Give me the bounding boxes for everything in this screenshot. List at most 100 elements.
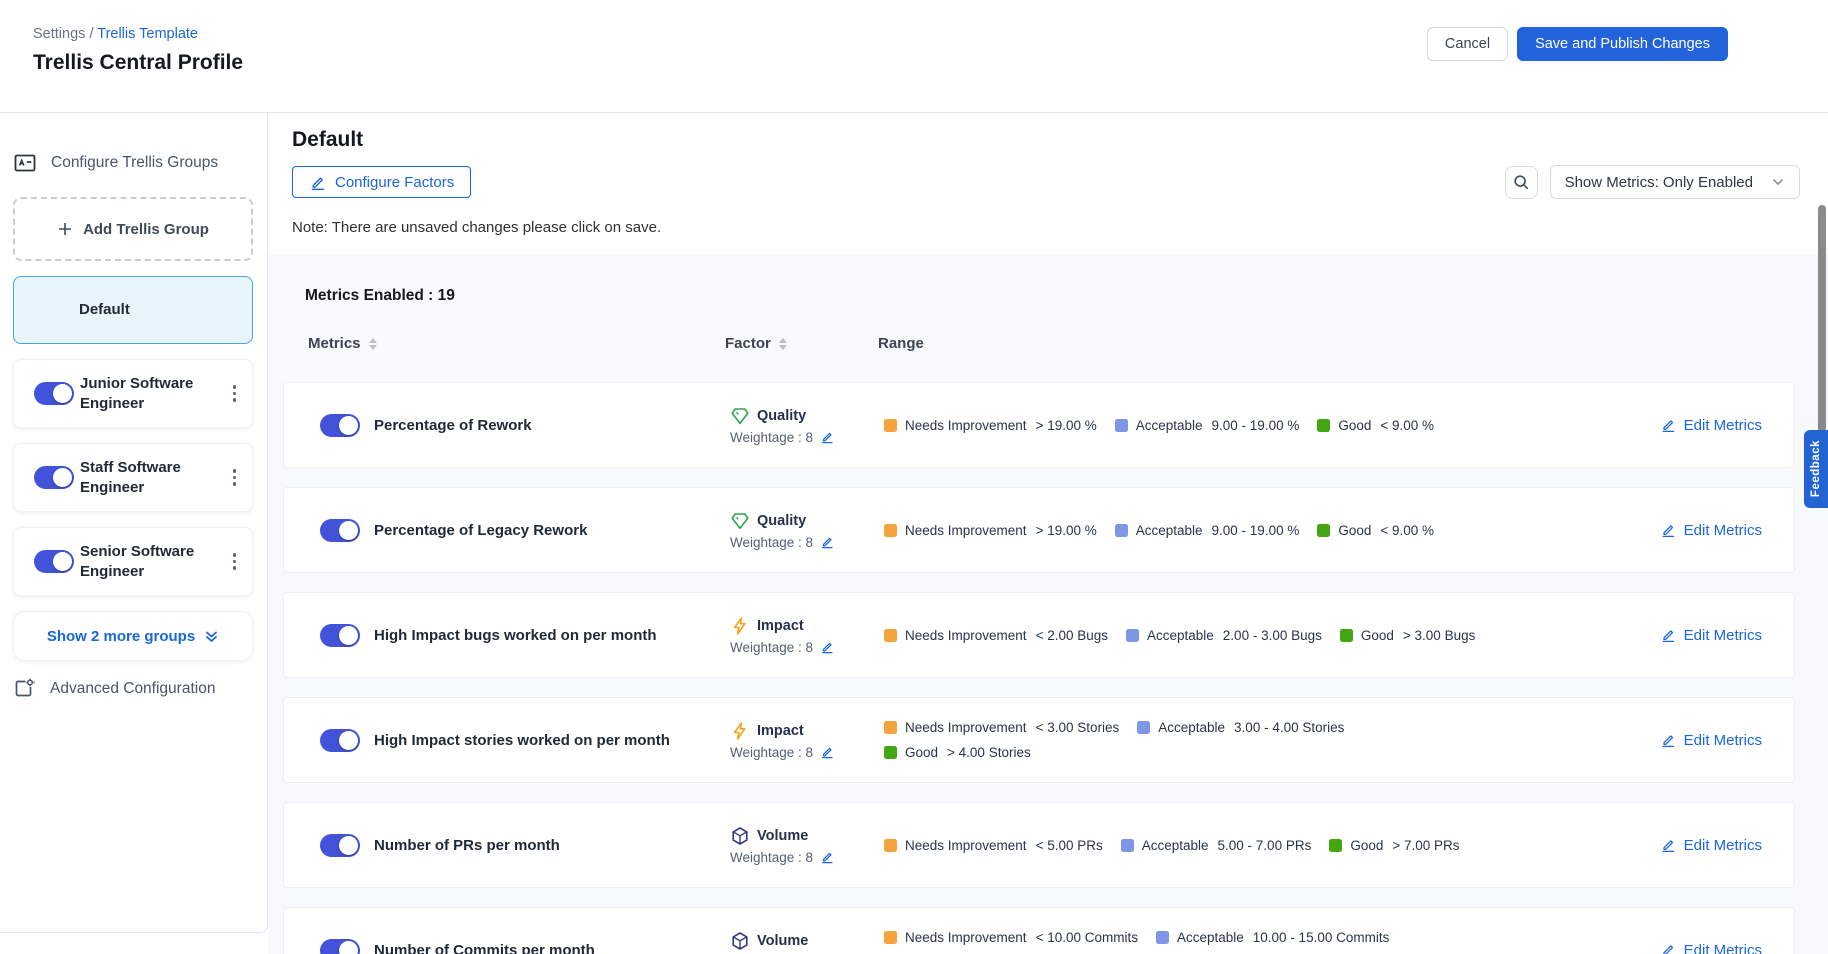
kebab-menu-icon[interactable]: [229, 549, 241, 574]
range-acceptable: Acceptable5.00 - 7.00 PRs: [1121, 838, 1312, 853]
pencil-icon[interactable]: [820, 745, 834, 759]
show-metrics-dropdown-value: Show Metrics: Only Enabled: [1565, 174, 1753, 191]
good-swatch: [1329, 839, 1342, 852]
edit-metrics-link[interactable]: Edit Metrics: [1660, 837, 1762, 854]
column-header-factor: Factor: [725, 335, 771, 352]
group-label: Junior Software Engineer: [80, 374, 212, 413]
group-toggle[interactable]: [34, 382, 74, 405]
package-icon: [730, 826, 750, 846]
edit-metrics-link[interactable]: Edit Metrics: [1660, 417, 1762, 434]
sort-icon[interactable]: [369, 338, 377, 350]
group-card-senior-software-engineer[interactable]: Senior Software Engineer: [13, 527, 253, 596]
metric-name: Percentage of Rework: [374, 417, 690, 434]
pencil-icon[interactable]: [820, 850, 834, 864]
metric-toggle[interactable]: [320, 624, 360, 647]
edit-metrics-link[interactable]: Edit Metrics: [1660, 732, 1762, 749]
feedback-tab-label: Feedback: [1810, 440, 1822, 497]
group-card-staff-software-engineer[interactable]: Staff Software Engineer: [13, 443, 253, 512]
kebab-menu-icon[interactable]: [229, 465, 241, 490]
package-icon: [730, 931, 750, 951]
metric-name: Number of PRs per month: [374, 837, 690, 854]
add-trellis-group-button[interactable]: Add Trellis Group: [13, 197, 253, 261]
metric-row-high-impact-stories: High Impact stories worked on per month …: [283, 697, 1795, 783]
range-needs-improvement: Needs Improvement< 2.00 Bugs: [884, 628, 1108, 643]
range-good: Good> 7.00 PRs: [1329, 838, 1459, 853]
column-header-metrics: Metrics: [308, 335, 361, 352]
table-header: Metrics Factor Range: [283, 335, 1795, 355]
advanced-configuration-link[interactable]: Advanced Configuration: [13, 677, 267, 700]
advanced-configuration-label: Advanced Configuration: [50, 680, 215, 698]
metric-toggle[interactable]: [320, 414, 360, 437]
edit-metrics-link[interactable]: Edit Metrics: [1660, 522, 1762, 539]
needs-improvement-swatch: [884, 419, 897, 432]
show-more-groups-button[interactable]: Show 2 more groups: [13, 611, 253, 661]
edit-metrics-link[interactable]: Edit Metrics: [1660, 942, 1762, 954]
metric-name: High Impact stories worked on per month: [374, 732, 690, 749]
pencil-icon[interactable]: [820, 430, 834, 444]
metric-name: Number of Commits per month: [374, 942, 690, 954]
metric-toggle[interactable]: [320, 834, 360, 857]
metric-row-high-impact-bugs: High Impact bugs worked on per month Imp…: [283, 592, 1795, 678]
gem-icon: [730, 406, 750, 426]
edit-metrics-link[interactable]: Edit Metrics: [1660, 627, 1762, 644]
range-acceptable: Acceptable3.00 - 4.00 Stories: [1137, 720, 1344, 735]
breadcrumb-settings[interactable]: Settings: [33, 26, 85, 42]
range-good: Good< 9.00 %: [1317, 418, 1434, 433]
range-acceptable: Acceptable2.00 - 3.00 Bugs: [1126, 628, 1322, 643]
gem-icon: [730, 511, 750, 531]
group-toggle[interactable]: [34, 466, 74, 489]
pencil-icon: [1660, 417, 1676, 433]
factor-name: Quality: [757, 513, 806, 529]
feedback-tab[interactable]: Feedback: [1804, 430, 1828, 508]
factor-name: Impact: [757, 723, 804, 739]
search-button[interactable]: [1505, 166, 1538, 199]
range-needs-improvement: Needs Improvement< 10.00 Commits: [884, 930, 1138, 945]
kebab-menu-icon[interactable]: [229, 381, 241, 406]
weightage-label: Weightage : 8: [730, 745, 813, 760]
breadcrumb-trellis-template[interactable]: Trellis Template: [97, 26, 198, 42]
pencil-icon: [1660, 732, 1676, 748]
pencil-icon: [1660, 627, 1676, 643]
group-label: Staff Software Engineer: [80, 458, 212, 497]
range-needs-improvement: Needs Improvement< 5.00 PRs: [884, 838, 1103, 853]
group-card-junior-software-engineer[interactable]: Junior Software Engineer: [13, 359, 253, 428]
main-content: Default Configure Factors: [268, 113, 1828, 954]
pencil-icon[interactable]: [820, 640, 834, 654]
good-swatch: [1317, 524, 1330, 537]
group-toggle[interactable]: [34, 550, 74, 573]
box-gear-icon: [13, 677, 36, 700]
metric-row-percentage-of-rework: Percentage of Rework Quality: [283, 382, 1795, 468]
metrics-table-section: Metrics Enabled : 19 Metrics Factor Rang…: [268, 254, 1828, 954]
sort-icon[interactable]: [779, 338, 787, 350]
configure-factors-button[interactable]: Configure Factors: [292, 166, 471, 198]
range-good: Good< 9.00 %: [1317, 523, 1434, 538]
show-metrics-dropdown[interactable]: Show Metrics: Only Enabled: [1550, 165, 1800, 199]
vertical-scrollbar-thumb[interactable]: [1818, 205, 1826, 433]
pencil-icon[interactable]: [820, 535, 834, 549]
metric-toggle[interactable]: [320, 939, 360, 954]
metrics-rows: Percentage of Rework Quality: [283, 382, 1795, 954]
metric-row-number-of-prs: Number of PRs per month Volume: [283, 802, 1795, 888]
chevron-down-icon: [1771, 175, 1785, 189]
cancel-button[interactable]: Cancel: [1427, 27, 1508, 61]
good-swatch: [1340, 629, 1353, 642]
range-acceptable: Acceptable9.00 - 19.00 %: [1115, 418, 1300, 433]
pencil-icon: [1660, 522, 1676, 538]
save-publish-button[interactable]: Save and Publish Changes: [1517, 27, 1728, 61]
metric-name: High Impact bugs worked on per month: [374, 627, 690, 644]
group-card-default[interactable]: Default: [13, 276, 253, 344]
breadcrumb-separator: /: [89, 26, 93, 42]
metric-toggle[interactable]: [320, 519, 360, 542]
lightning-icon: [730, 721, 750, 741]
id-card-icon: [13, 151, 37, 175]
factor-name: Volume: [757, 828, 808, 844]
metric-toggle[interactable]: [320, 729, 360, 752]
metrics-enabled-count: Metrics Enabled : 19: [305, 254, 1795, 305]
unsaved-changes-note: Note: There are unsaved changes please c…: [292, 219, 1800, 254]
group-label: Senior Software Engineer: [80, 542, 212, 581]
needs-improvement-swatch: [884, 524, 897, 537]
range-needs-improvement: Needs Improvement< 3.00 Stories: [884, 720, 1119, 735]
factor-name: Volume: [757, 933, 808, 949]
lightning-icon: [730, 616, 750, 636]
acceptable-swatch: [1137, 721, 1150, 734]
